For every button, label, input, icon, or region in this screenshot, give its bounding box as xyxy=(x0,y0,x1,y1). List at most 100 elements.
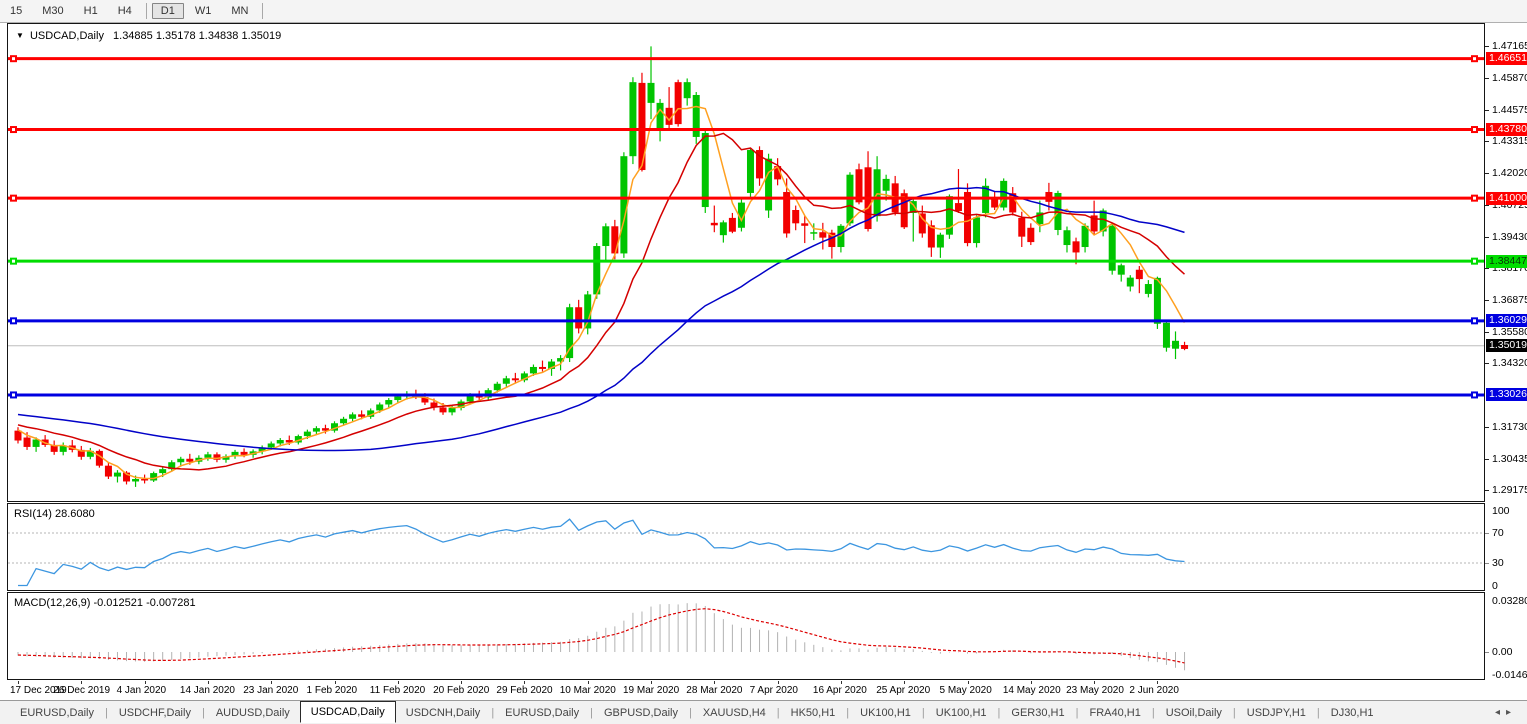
date-axis-label: 23 May 2020 xyxy=(1066,685,1124,696)
chart-tab-USOil-Daily[interactable]: USOil,Daily xyxy=(1156,704,1232,722)
rsi-axis-label: 70 xyxy=(1492,527,1504,539)
rsi-indicator-panel[interactable]: RSI(14) 28.6080 xyxy=(7,503,1485,591)
level-line-1.36029[interactable] xyxy=(8,317,1484,324)
price-axis-label: 1.35580 xyxy=(1492,326,1527,338)
macd-indicator-panel[interactable]: MACD(12,26,9) -0.012521 -0.007281 xyxy=(7,592,1485,680)
level-line-1.43780[interactable] xyxy=(8,126,1484,133)
date-axis-tick xyxy=(714,681,715,684)
date-axis-label: 14 Jan 2020 xyxy=(180,685,235,696)
slow-ma-line xyxy=(18,188,1185,451)
chart-tab-GER30-H1[interactable]: GER30,H1 xyxy=(1001,704,1074,722)
rsi-line xyxy=(18,519,1185,585)
tab-scroll-arrows: ◂▸ xyxy=(1495,707,1517,718)
timeframe-button-15[interactable]: 15 xyxy=(1,3,31,19)
chart-symbol-label: USDCAD,Daily xyxy=(30,30,104,42)
timeframe-button-W1[interactable]: W1 xyxy=(186,3,221,19)
level-line-1.38447[interactable] xyxy=(8,258,1484,265)
price-axis-label: 1.29175 xyxy=(1492,484,1527,496)
timeframe-button-H4[interactable]: H4 xyxy=(109,3,141,19)
macd-label: MACD(12,26,9) -0.012521 -0.007281 xyxy=(14,597,196,609)
date-axis-tick xyxy=(841,681,842,684)
chart-tab-XAUUSD-H4[interactable]: XAUUSD,H4 xyxy=(693,704,776,722)
chart-tab-UK100-H1[interactable]: UK100,H1 xyxy=(926,704,997,722)
timeframe-button-M30[interactable]: M30 xyxy=(33,3,72,19)
price-chart-panel[interactable]: ▼ USDCAD,Daily 1.34885 1.35178 1.34838 1… xyxy=(7,23,1485,502)
date-axis-label: 20 Feb 2020 xyxy=(433,685,489,696)
price-axis-tick xyxy=(1485,427,1489,428)
chart-tab-FRA40-H1[interactable]: FRA40,H1 xyxy=(1079,704,1150,722)
price-axis-label: 1.47165 xyxy=(1492,40,1527,52)
price-axis: 1.471651.458701.445751.433151.420201.407… xyxy=(1485,0,1527,724)
price-axis-label: 1.39430 xyxy=(1492,231,1527,243)
price-axis-tick xyxy=(1485,300,1489,301)
price-line-badge: 1.38447 xyxy=(1486,255,1527,268)
price-line-badge: 1.33026 xyxy=(1486,388,1527,401)
chart-tab-USDCAD-Daily[interactable]: USDCAD,Daily xyxy=(300,701,396,723)
chart-tab-AUDUSD-Daily[interactable]: AUDUSD,Daily xyxy=(206,704,300,722)
price-line-badge: 1.36029 xyxy=(1486,314,1527,327)
date-axis-tick xyxy=(145,681,146,684)
date-axis-tick xyxy=(461,681,462,684)
chart-tab-USDCHF-Daily[interactable]: USDCHF,Daily xyxy=(109,704,201,722)
chart-tab-GBPUSD-Daily[interactable]: GBPUSD,Daily xyxy=(594,704,688,722)
date-axis-tick xyxy=(1094,681,1095,684)
timeframe-button-MN[interactable]: MN xyxy=(222,3,257,19)
price-axis-tick xyxy=(1485,490,1489,491)
date-axis-label: 28 Mar 2020 xyxy=(686,685,742,696)
price-axis-tick xyxy=(1485,141,1489,142)
current-price-badge: 1.35019 xyxy=(1486,339,1527,352)
price-axis-tick xyxy=(1485,268,1489,269)
level-line-1.33026[interactable] xyxy=(8,391,1484,398)
macd-axis-label: -0.01467 xyxy=(1492,669,1527,681)
date-axis-label: 4 Jan 2020 xyxy=(117,685,167,696)
date-axis-label: 19 Mar 2020 xyxy=(623,685,679,696)
chevron-down-icon[interactable]: ▼ xyxy=(16,31,24,40)
price-axis-label: 1.43315 xyxy=(1492,135,1527,147)
date-axis-label: 2 Jun 2020 xyxy=(1129,685,1179,696)
price-axis-label: 1.34320 xyxy=(1492,357,1527,369)
rsi-axis-label: 100 xyxy=(1492,505,1510,517)
level-line-1.46651[interactable] xyxy=(8,55,1484,62)
chart-tab-UK100-H1[interactable]: UK100,H1 xyxy=(850,704,921,722)
rsi-axis-label: 0 xyxy=(1492,580,1498,592)
date-axis-label: 5 May 2020 xyxy=(940,685,992,696)
level-line-1.41000[interactable] xyxy=(8,195,1484,202)
tab-scroll-left-icon[interactable]: ◂ xyxy=(1495,707,1506,718)
timeframe-button-D1[interactable]: D1 xyxy=(152,3,184,19)
chart-tab-USDCNH-Daily[interactable]: USDCNH,Daily xyxy=(396,704,491,722)
macd-axis-label: 0.00 xyxy=(1492,646,1512,658)
date-axis-tick xyxy=(524,681,525,684)
tab-scroll-right-icon[interactable]: ▸ xyxy=(1506,707,1517,718)
date-axis-label: 29 Feb 2020 xyxy=(496,685,552,696)
price-line-badge: 1.41000 xyxy=(1486,192,1527,205)
date-axis-tick xyxy=(1031,681,1032,684)
timeframe-button-H1[interactable]: H1 xyxy=(75,3,107,19)
date-axis-tick xyxy=(335,681,336,684)
chart-tab-DJ30-H1[interactable]: DJ30,H1 xyxy=(1321,704,1384,722)
timeframe-toolbar: 15M30H1H4 D1W1MN xyxy=(0,0,1527,23)
chart-tab-HK50-H1[interactable]: HK50,H1 xyxy=(781,704,846,722)
price-axis-label: 1.30435 xyxy=(1492,453,1527,465)
price-axis-tick xyxy=(1485,78,1489,79)
candlestick-chart[interactable] xyxy=(8,24,1484,501)
date-axis-tick xyxy=(18,681,19,684)
date-axis-label: 26 Dec 2019 xyxy=(53,685,110,696)
chart-tab-EURUSD-Daily[interactable]: EURUSD,Daily xyxy=(495,704,589,722)
price-axis-tick xyxy=(1485,110,1489,111)
date-axis-tick xyxy=(271,681,272,684)
chart-ohlc-values: 1.34885 1.35178 1.34838 1.35019 xyxy=(113,30,281,42)
price-axis-label: 1.45870 xyxy=(1492,72,1527,84)
macd-axis-tick xyxy=(1485,652,1489,653)
macd-signal-line xyxy=(18,609,1185,663)
toolbar-separator xyxy=(262,3,263,19)
chart-tab-USDJPY-H1[interactable]: USDJPY,H1 xyxy=(1237,704,1316,722)
date-axis-tick xyxy=(398,681,399,684)
price-axis-tick xyxy=(1485,173,1489,174)
date-axis-label: 14 May 2020 xyxy=(1003,685,1061,696)
chart-tab-bar: EURUSD,Daily|USDCHF,Daily|AUDUSD,DailyUS… xyxy=(0,700,1527,724)
date-axis-tick xyxy=(904,681,905,684)
chart-tab-EURUSD-Daily[interactable]: EURUSD,Daily xyxy=(10,704,104,722)
date-axis-label: 11 Feb 2020 xyxy=(370,685,425,696)
date-axis-label: 1 Feb 2020 xyxy=(307,685,358,696)
fast-ma-line xyxy=(18,107,1185,479)
